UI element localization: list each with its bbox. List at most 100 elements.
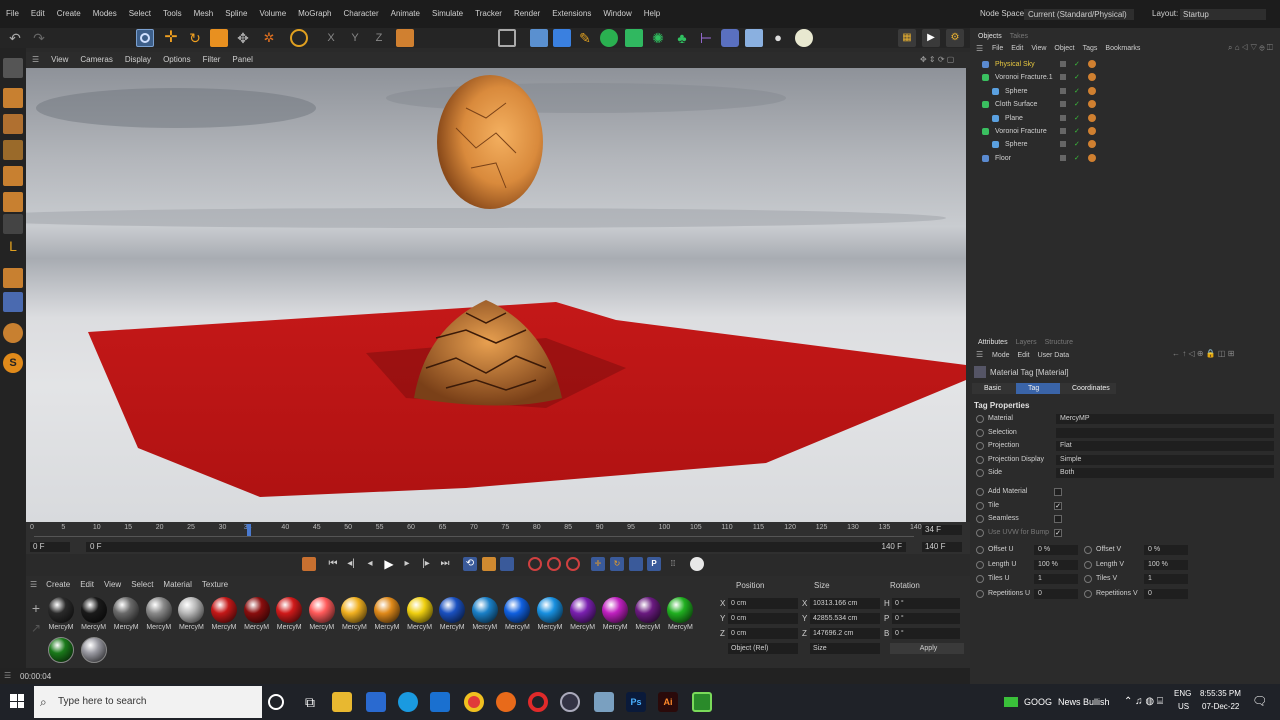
extrude-icon[interactable]	[625, 29, 643, 47]
material-menu-select[interactable]: Select	[126, 580, 158, 589]
viewport-hamburger-icon[interactable]: ☰	[26, 52, 45, 68]
menu-file[interactable]: File	[0, 0, 25, 28]
viewport-menu-display[interactable]: Display	[119, 52, 157, 68]
attr-tab-structure[interactable]: Structure	[1041, 339, 1077, 346]
axis-mode-icon[interactable]: L	[3, 238, 23, 258]
keyframe-dot[interactable]	[976, 455, 984, 464]
enable-check-icon[interactable]: ✓	[1074, 85, 1080, 98]
attr-value-field[interactable]: 0	[1034, 588, 1078, 599]
subdivision-icon[interactable]	[600, 29, 618, 47]
deformer-icon[interactable]: ⊢	[697, 29, 715, 47]
keyframe-dot[interactable]	[976, 501, 984, 510]
status-menu-icon[interactable]: ☰	[4, 671, 11, 680]
material-menu-create[interactable]: Create	[41, 580, 75, 589]
subtab-tag[interactable]: Tag	[1016, 383, 1060, 394]
menu-animate[interactable]: Animate	[385, 0, 426, 28]
cube-icon[interactable]	[553, 29, 571, 47]
object-menu-object[interactable]: Object	[1050, 45, 1078, 52]
size-z-field[interactable]: 147696.2 cm	[810, 628, 880, 639]
timeline[interactable]: 0510152025303440455055606570758085909510…	[26, 522, 970, 554]
key-parameter-icon[interactable]: P	[647, 557, 661, 571]
menu-modes[interactable]: Modes	[87, 0, 123, 28]
animation-record-icon[interactable]	[302, 557, 316, 571]
stock-ticker[interactable]: GOOG	[1024, 697, 1052, 707]
snap-icon[interactable]: ✲	[260, 29, 278, 47]
record-position-icon[interactable]	[528, 557, 542, 571]
subtab-basic[interactable]: Basic	[972, 383, 1016, 394]
attr-value-field[interactable]: Simple	[1056, 454, 1274, 465]
menu-create[interactable]: Create	[51, 0, 87, 28]
enable-check-icon[interactable]: ✓	[1074, 138, 1080, 151]
visibility-toggle[interactable]	[1060, 87, 1066, 94]
photoshop-icon[interactable]: Ps	[626, 692, 646, 712]
loop-icon[interactable]: ⟲	[463, 557, 477, 571]
attr-value-field[interactable]: 0	[1144, 588, 1188, 599]
checkbox-use-uvw-for-bump[interactable]: ✓	[1054, 528, 1062, 537]
field-icon[interactable]	[721, 29, 739, 47]
material-swatch[interactable]: MercyM	[633, 596, 663, 634]
menu-mesh[interactable]: Mesh	[188, 0, 220, 28]
enable-check-icon[interactable]: ✓	[1074, 125, 1080, 138]
enable-check-icon[interactable]: ✓	[1074, 152, 1080, 165]
attr-value-field[interactable]	[1056, 427, 1274, 438]
object-search-icons[interactable]: ⌕ ⌂ ◁ ▽ ⊕ ◫	[1228, 43, 1273, 53]
object-mode-icon[interactable]	[3, 88, 23, 108]
attr-value-field[interactable]: 0 %	[1034, 545, 1078, 555]
undo-icon[interactable]: ↶	[6, 29, 24, 47]
keyframe-dot[interactable]	[976, 515, 984, 523]
visibility-toggle[interactable]	[1060, 141, 1066, 148]
keyframe-dot[interactable]	[976, 488, 984, 496]
min-frame-field[interactable]: 0 F	[30, 542, 70, 552]
attr-value-field[interactable]: 100 %	[1144, 559, 1188, 570]
object-row[interactable]: Cloth Surface ✓	[970, 98, 1280, 111]
menu-character[interactable]: Character	[338, 0, 385, 28]
object-menu-tags[interactable]: Tags	[1079, 45, 1102, 52]
tab-takes[interactable]: Takes	[1006, 33, 1032, 40]
material-swatch[interactable]: MercyM	[600, 596, 630, 634]
keyframe-dot[interactable]	[976, 469, 984, 477]
viewport-navigation-icons[interactable]: ✥ ⇕ ⟳ ▢	[914, 52, 960, 68]
keyframe-tool-icon[interactable]	[500, 557, 514, 571]
key-scale-icon[interactable]	[629, 557, 643, 571]
size-x-field[interactable]: 10313.166 cm	[810, 598, 880, 609]
tab-objects[interactable]: Objects	[974, 33, 1006, 40]
render-view-icon[interactable]	[530, 29, 548, 47]
visibility-toggle[interactable]	[1060, 128, 1066, 134]
object-row[interactable]: Sphere ✓	[970, 138, 1280, 151]
attr-menu-edit[interactable]: Edit	[1014, 352, 1034, 359]
coordinate-mode-dropdown[interactable]: Object (Rel)	[728, 643, 798, 654]
model-mode-icon[interactable]	[3, 58, 23, 78]
object-row[interactable]: Physical Sky ✓	[970, 58, 1280, 71]
rotation-p-field[interactable]: 0 °	[892, 613, 960, 624]
object-row[interactable]: Sphere ✓	[970, 85, 1280, 98]
position-y-field[interactable]: 0 cm	[728, 613, 798, 624]
illustrator-icon[interactable]: Ai	[658, 692, 678, 712]
material-swatch[interactable]: MercyM	[437, 596, 467, 634]
material-menu-icon[interactable]: ☰	[26, 580, 41, 589]
attr-value-field[interactable]: MercyMP	[1056, 414, 1274, 424]
attr-menu-mode[interactable]: Mode	[988, 352, 1014, 359]
menu-spline[interactable]: Spline	[219, 0, 253, 28]
attr-value-field[interactable]: 1	[1034, 574, 1078, 584]
pen-icon[interactable]: ✎	[576, 29, 594, 47]
attr-nav-icons[interactable]: ← ↑ ◁ ⊕ 🔒 ◫ ⊞	[1172, 349, 1234, 358]
material-menu-edit[interactable]: Edit	[75, 580, 99, 589]
key-position-icon[interactable]: ✛	[591, 557, 605, 571]
3d-viewport[interactable]	[26, 68, 966, 522]
menu-mograph[interactable]: MoGraph	[292, 0, 337, 28]
material-swatch[interactable]: MercyM	[79, 596, 109, 634]
taskbar-search[interactable]: ⌕ Type here to search	[34, 686, 262, 718]
size-y-field[interactable]: 42855.534 cm	[810, 613, 880, 624]
keyframe-dot[interactable]	[976, 575, 984, 583]
viewport-solo-icon[interactable]	[498, 29, 516, 47]
clock-date[interactable]: 07-Dec-22	[1202, 702, 1239, 711]
keyframe-dot[interactable]	[976, 428, 984, 437]
notifications-icon[interactable]: 🗨	[1252, 694, 1267, 708]
menu-edit[interactable]: Edit	[25, 0, 51, 28]
magnet-icon[interactable]	[3, 323, 23, 343]
visibility-toggle[interactable]	[1060, 74, 1066, 81]
material-swatch[interactable]	[79, 636, 109, 666]
attr-value-field[interactable]: Flat	[1056, 441, 1274, 451]
world-axis-icon[interactable]	[290, 29, 308, 47]
object-row[interactable]: Voronoi Fracture ✓	[970, 125, 1280, 138]
